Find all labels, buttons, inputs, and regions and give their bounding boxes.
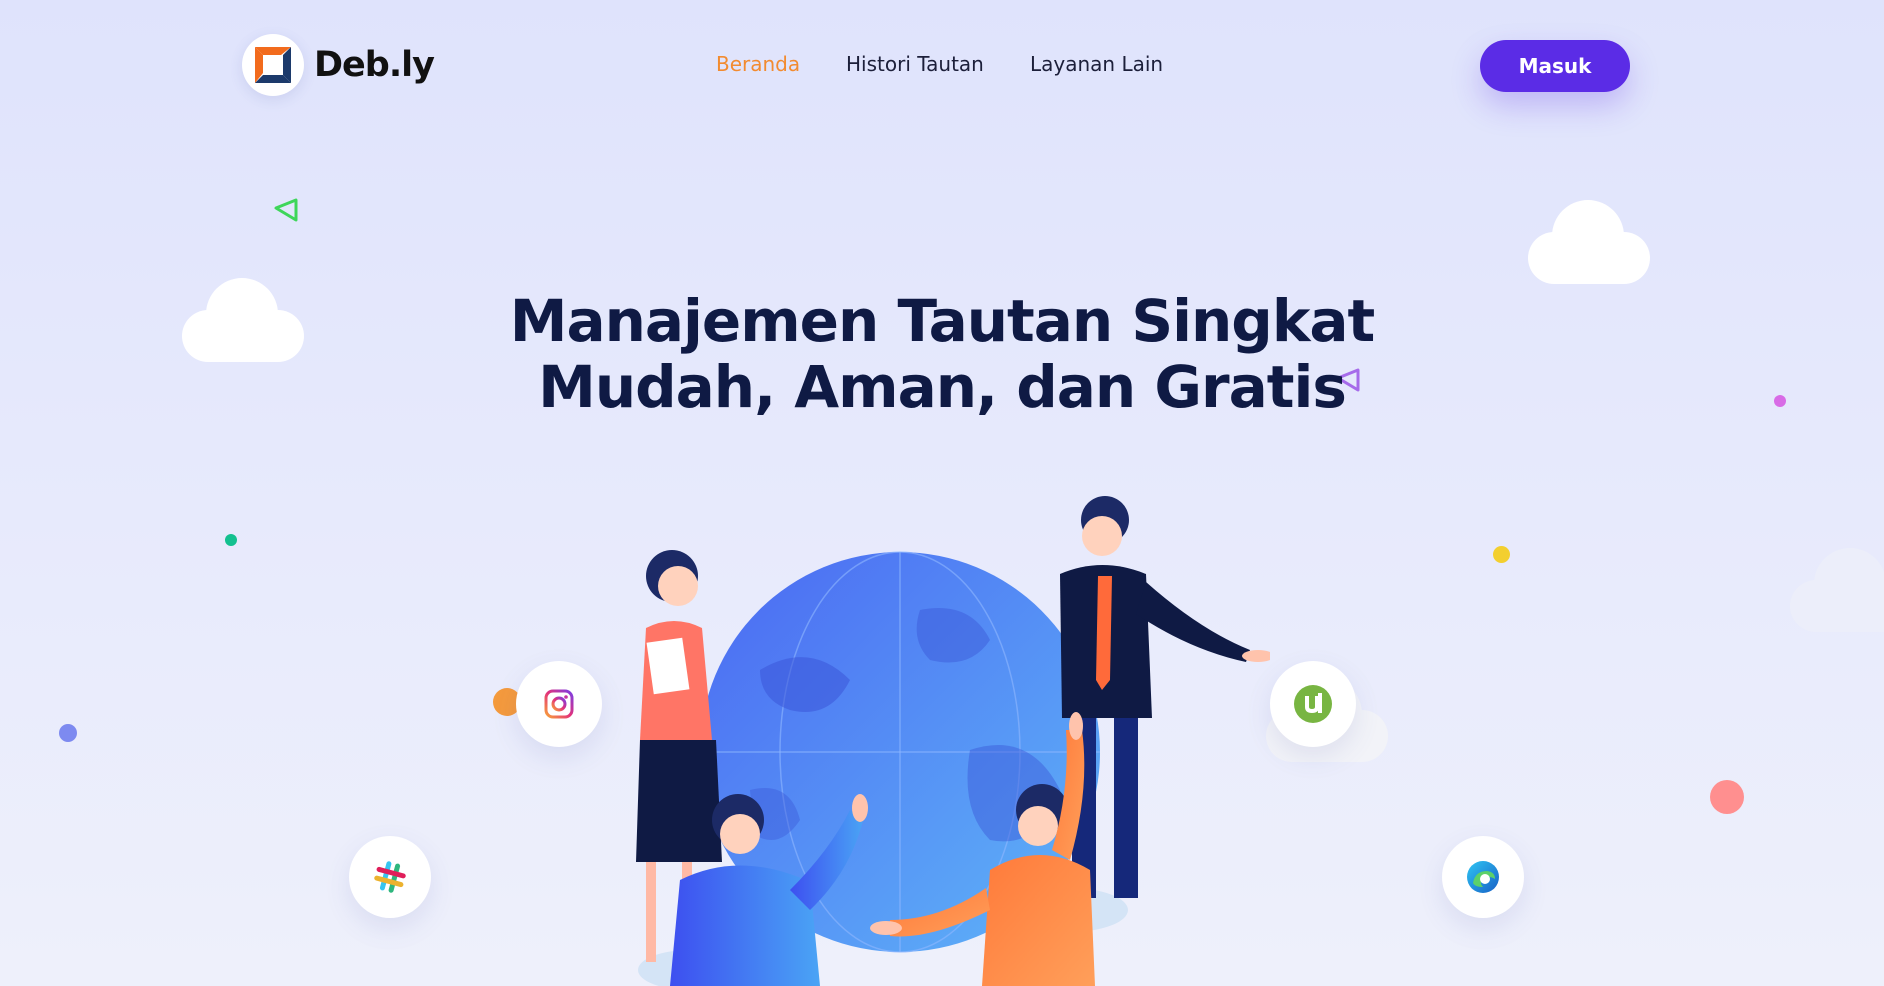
brand-name: Deb.ly [314, 45, 435, 85]
slack-icon [374, 861, 406, 893]
dot-decoration [59, 724, 77, 742]
instagram-icon [544, 689, 574, 719]
dot-decoration [1774, 395, 1786, 407]
slack-bubble [349, 836, 431, 918]
edge-icon [1467, 861, 1499, 893]
nav-item-beranda[interactable]: Beranda [716, 52, 800, 76]
hero-title: Manajemen Tautan Singkat Mudah, Aman, da… [442, 288, 1442, 420]
debly-logo-icon [242, 34, 304, 96]
cloud-decoration [182, 278, 304, 362]
dot-decoration [1710, 780, 1744, 814]
instagram-bubble [516, 661, 602, 747]
nav-item-layanan-lain[interactable]: Layanan Lain [1030, 52, 1163, 76]
cloud-decoration-faded [1790, 548, 1884, 632]
cloud-decoration [1528, 200, 1650, 284]
triangle-decoration [274, 198, 298, 222]
landing-page: Deb.ly Beranda Histori Tautan Layanan La… [0, 0, 1884, 986]
dot-decoration [1493, 546, 1510, 563]
brand[interactable]: Deb.ly [242, 34, 435, 96]
edge-bubble [1442, 836, 1524, 918]
hero-illustration [636, 496, 1270, 986]
login-button[interactable]: Masuk [1480, 40, 1630, 92]
hero-title-line-1: Manajemen Tautan Singkat [509, 287, 1376, 355]
utorrent-icon [1294, 685, 1332, 723]
hero-title-line-2: Mudah, Aman, dan Gratis [538, 353, 1347, 421]
utorrent-bubble [1270, 661, 1356, 747]
dot-decoration [225, 534, 237, 546]
nav-item-histori-tautan[interactable]: Histori Tautan [846, 52, 984, 76]
